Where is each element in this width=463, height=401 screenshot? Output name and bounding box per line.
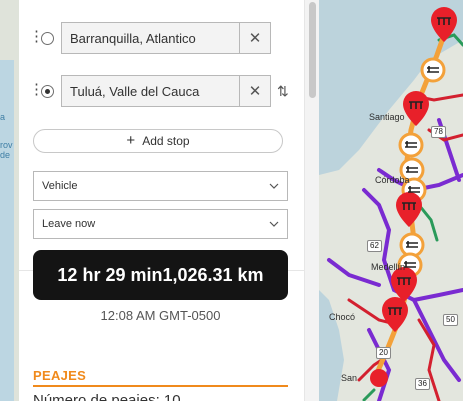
- arrival-time: 12:08 AM GMT-0500: [100, 308, 221, 323]
- scrollbar-thumb[interactable]: [309, 2, 316, 98]
- panel-scrollbar[interactable]: [304, 0, 319, 401]
- road-number: 50: [443, 314, 458, 326]
- map-label: Medellín: [371, 262, 406, 272]
- map-label: Chocó: [329, 312, 356, 322]
- origin-value[interactable]: Barranquilla, Atlantico: [62, 31, 239, 46]
- route-duration: 12 hr 29 min: [57, 264, 163, 285]
- road-number: 20: [376, 347, 391, 359]
- clear-icon[interactable]: ✕: [239, 23, 270, 53]
- route-distance: 1,026.31 km: [162, 264, 264, 285]
- travel-mode-value: Vehicle: [42, 180, 78, 192]
- map-label: Córdoba: [375, 175, 410, 185]
- map-label: rov: [0, 140, 13, 150]
- swap-stops-icon[interactable]: ⇅: [277, 83, 289, 100]
- add-stop-button[interactable]: + Add stop: [33, 129, 283, 153]
- travel-mode-select[interactable]: Vehicle: [33, 171, 288, 201]
- map-view[interactable]: Santiago Córdoba Medellín Chocó San 78 6…: [319, 0, 463, 401]
- departure-time-value: Leave now: [42, 218, 96, 230]
- map-label: a: [0, 112, 6, 122]
- chevron-down-icon: [269, 183, 279, 189]
- road-number: 62: [367, 240, 382, 252]
- map-label: San: [341, 373, 358, 383]
- directions-panel: ⋮ Barranquilla, Atlantico ✕ ⋮ Tuluá, Val…: [19, 0, 304, 401]
- road-number: 36: [415, 378, 430, 390]
- stop-radio-origin[interactable]: [41, 32, 54, 45]
- destination-field[interactable]: Tuluá, Valle del Cauca ✕: [61, 75, 271, 107]
- origin-field[interactable]: Barranquilla, Atlantico ✕: [61, 22, 271, 54]
- route-summary: 12 hr 29 min 1,026.31 km: [33, 250, 288, 300]
- add-stop-label: Add stop: [142, 134, 190, 148]
- stop-row-destination: ⋮ Tuluá, Valle del Cauca ✕ ⇅: [19, 75, 304, 109]
- toll-count: Número de peajes: 10: [33, 392, 181, 401]
- map-label: de: [0, 150, 11, 160]
- map-label: Santiago: [369, 112, 405, 122]
- map-canvas: [319, 0, 463, 401]
- road-number: 78: [431, 126, 446, 138]
- map-edge-left[interactable]: a rov de: [0, 0, 19, 401]
- section-title: PEAJES: [33, 368, 87, 383]
- chevron-down-icon: [269, 221, 279, 227]
- stop-radio-destination[interactable]: [41, 85, 54, 98]
- section-underline: [33, 385, 288, 387]
- plus-icon: +: [126, 132, 136, 149]
- destination-value[interactable]: Tuluá, Valle del Cauca: [62, 84, 239, 99]
- departure-time-select[interactable]: Leave now: [33, 209, 288, 239]
- stop-row-origin: ⋮ Barranquilla, Atlantico ✕: [19, 22, 304, 56]
- clear-icon[interactable]: ✕: [239, 76, 270, 106]
